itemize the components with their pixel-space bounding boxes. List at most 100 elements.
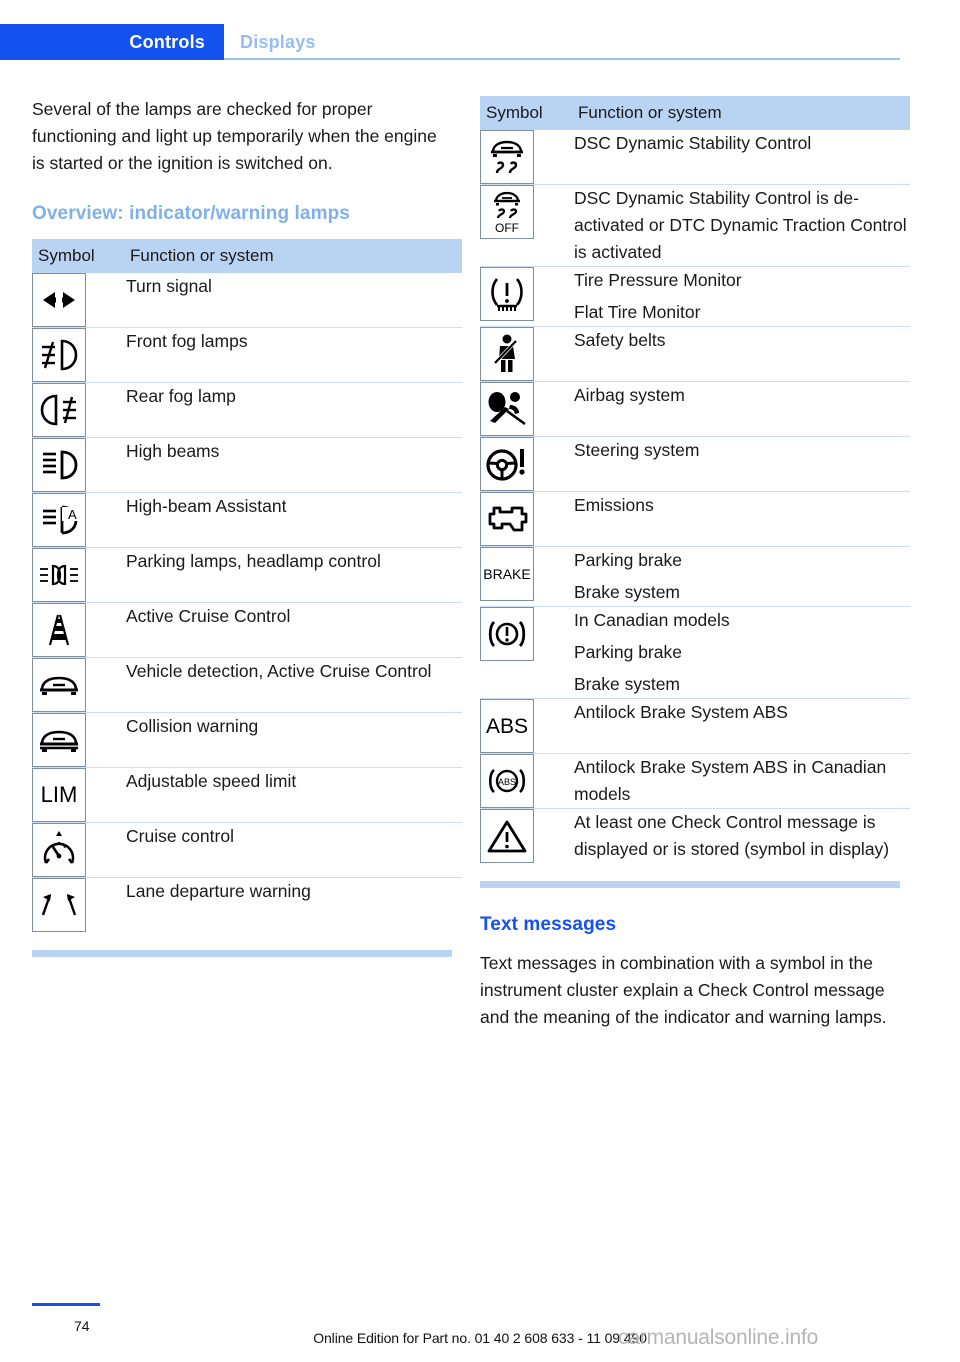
function-cell: At least one Check Control message is di… — [574, 808, 910, 863]
function-line: High-beam Assistant — [126, 496, 287, 516]
rear-fog-lamp-icon — [32, 383, 86, 437]
table-row: Rear fog lamp — [32, 382, 462, 438]
function-line: Safety belts — [574, 330, 666, 350]
table-row: At least one Check Control message is di… — [480, 808, 910, 863]
table-row: Active Cruise Control — [32, 602, 462, 658]
lim-text: LIM — [40, 782, 78, 807]
function-line: High beams — [126, 441, 220, 461]
symbol-cell — [480, 266, 574, 327]
function-line: DSC Dynamic Stability Control — [574, 133, 812, 153]
function-line: Vehicle detection, Active Cruise Control — [126, 661, 432, 681]
page-header: Controls Displays — [0, 24, 960, 60]
function-cell: Adjustable speed limit — [126, 767, 462, 823]
function-line: Airbag system — [574, 385, 685, 405]
symbol-cell — [32, 602, 126, 658]
function-cell: Front fog lamps — [126, 327, 462, 383]
function-cell: Active Cruise Control — [126, 602, 462, 658]
brake-text: BRAKE — [483, 566, 531, 582]
symbol-cell: BRAKE — [480, 546, 574, 607]
section-title-overview: Overview: indicator/warning lamps — [32, 203, 350, 224]
function-line: Cruise control — [126, 826, 234, 846]
abs-text-icon: ABS — [480, 699, 534, 753]
indicator-lamps-table-right: Symbol Function or system DSC Dynamic St… — [480, 96, 910, 863]
function-line: Adjustable speed limit — [126, 771, 297, 791]
function-line: Turn signal — [126, 276, 212, 296]
symbol-cell — [32, 877, 126, 932]
left-table-end-bar — [32, 950, 452, 957]
high-beam-assistant-letter: A — [68, 507, 77, 522]
function-line: In Canadian models — [574, 610, 730, 630]
collision-warning-icon — [32, 713, 86, 767]
footer-divider — [32, 1303, 100, 1306]
tab-controls[interactable]: Controls — [0, 24, 224, 60]
table-row: Parking lamps, headlamp control — [32, 547, 462, 603]
dsc-off-icon: OFF — [480, 185, 534, 239]
left-column: Several of the lamps are checked for pro… — [32, 96, 462, 957]
table-row: Lane departure warning — [32, 877, 462, 932]
table-row: Safety belts — [480, 326, 910, 382]
function-line: Steering system — [574, 440, 700, 460]
function-line: Brake system — [574, 582, 680, 602]
function-line: Antilock Brake System ABS — [574, 702, 788, 722]
table-row: DSC Dynamic Stability Control — [480, 130, 910, 185]
symbol-cell — [32, 382, 126, 438]
dsc-icon — [480, 130, 534, 184]
table-row: In Canadian models Parking brake Brake s… — [480, 606, 910, 699]
function-line: DSC Dynamic Stability Control is de-acti… — [574, 188, 907, 262]
column-header-symbol: Symbol — [480, 96, 574, 130]
function-line: Emissions — [574, 495, 654, 515]
airbag-system-icon — [480, 382, 534, 436]
cruise-control-icon — [32, 823, 86, 877]
symbol-cell — [32, 657, 126, 713]
table-row: Airbag system — [480, 381, 910, 437]
table-row: Vehicle detection, Active Cruise Control — [32, 657, 462, 713]
table-row: Emissions — [480, 491, 910, 547]
table-row: Cruise control — [32, 822, 462, 878]
symbol-cell: ABS — [480, 753, 574, 809]
function-line: Parking lamps, headlamp control — [126, 551, 381, 571]
symbol-cell — [32, 327, 126, 383]
right-column: Symbol Function or system DSC Dynamic St… — [480, 96, 910, 1031]
column-header-symbol: Symbol — [32, 239, 126, 273]
symbol-cell: A — [32, 492, 126, 548]
symbol-cell — [480, 436, 574, 492]
high-beam-assistant-icon: A — [32, 493, 86, 547]
function-cell: DSC Dynamic Stability Control — [574, 130, 910, 185]
active-cruise-control-icon — [32, 603, 86, 657]
function-cell: Airbag system — [574, 381, 910, 437]
right-table-end-bar — [480, 881, 900, 888]
symbol-cell: ABS — [480, 698, 574, 754]
function-line: Tire Pressure Monitor — [574, 270, 742, 290]
abs-text: ABS — [485, 714, 529, 738]
indicator-lamps-table-left: Symbol Function or system Turn signal Fr… — [32, 239, 462, 932]
vehicle-detection-icon — [32, 658, 86, 712]
table-row: Steering system — [480, 436, 910, 492]
table-row: BRAKE Parking brake Brake system — [480, 546, 910, 607]
high-beams-icon — [32, 438, 86, 492]
function-cell: Steering system — [574, 436, 910, 492]
table-row: High beams — [32, 437, 462, 493]
front-fog-lamps-icon — [32, 328, 86, 382]
function-line: Parking brake — [574, 550, 682, 570]
symbol-cell — [480, 808, 574, 863]
function-cell: Safety belts — [574, 326, 910, 382]
abs-small-text: ABS — [498, 777, 516, 787]
table-header-row: Symbol Function or system — [480, 96, 910, 130]
brake-text-icon: BRAKE — [480, 547, 534, 601]
function-cell: In Canadian models Parking brake Brake s… — [574, 606, 910, 699]
symbol-cell: LIM — [32, 767, 126, 823]
symbol-cell — [480, 491, 574, 547]
function-line: Lane departure warning — [126, 881, 311, 901]
check-control-warning-icon — [480, 809, 534, 863]
function-cell: Antilock Brake System ABS — [574, 698, 910, 754]
function-line: Parking brake — [574, 642, 682, 662]
symbol-cell — [32, 822, 126, 878]
table-row: Turn signal — [32, 273, 462, 328]
tab-displays[interactable]: Displays — [240, 24, 316, 60]
function-cell: High-beam Assistant — [126, 492, 462, 548]
function-cell: Collision warning — [126, 712, 462, 768]
symbol-cell — [480, 130, 574, 185]
function-line: Brake system — [574, 674, 680, 694]
function-cell: Turn signal — [126, 273, 462, 328]
table-row: LIM Adjustable speed limit — [32, 767, 462, 823]
